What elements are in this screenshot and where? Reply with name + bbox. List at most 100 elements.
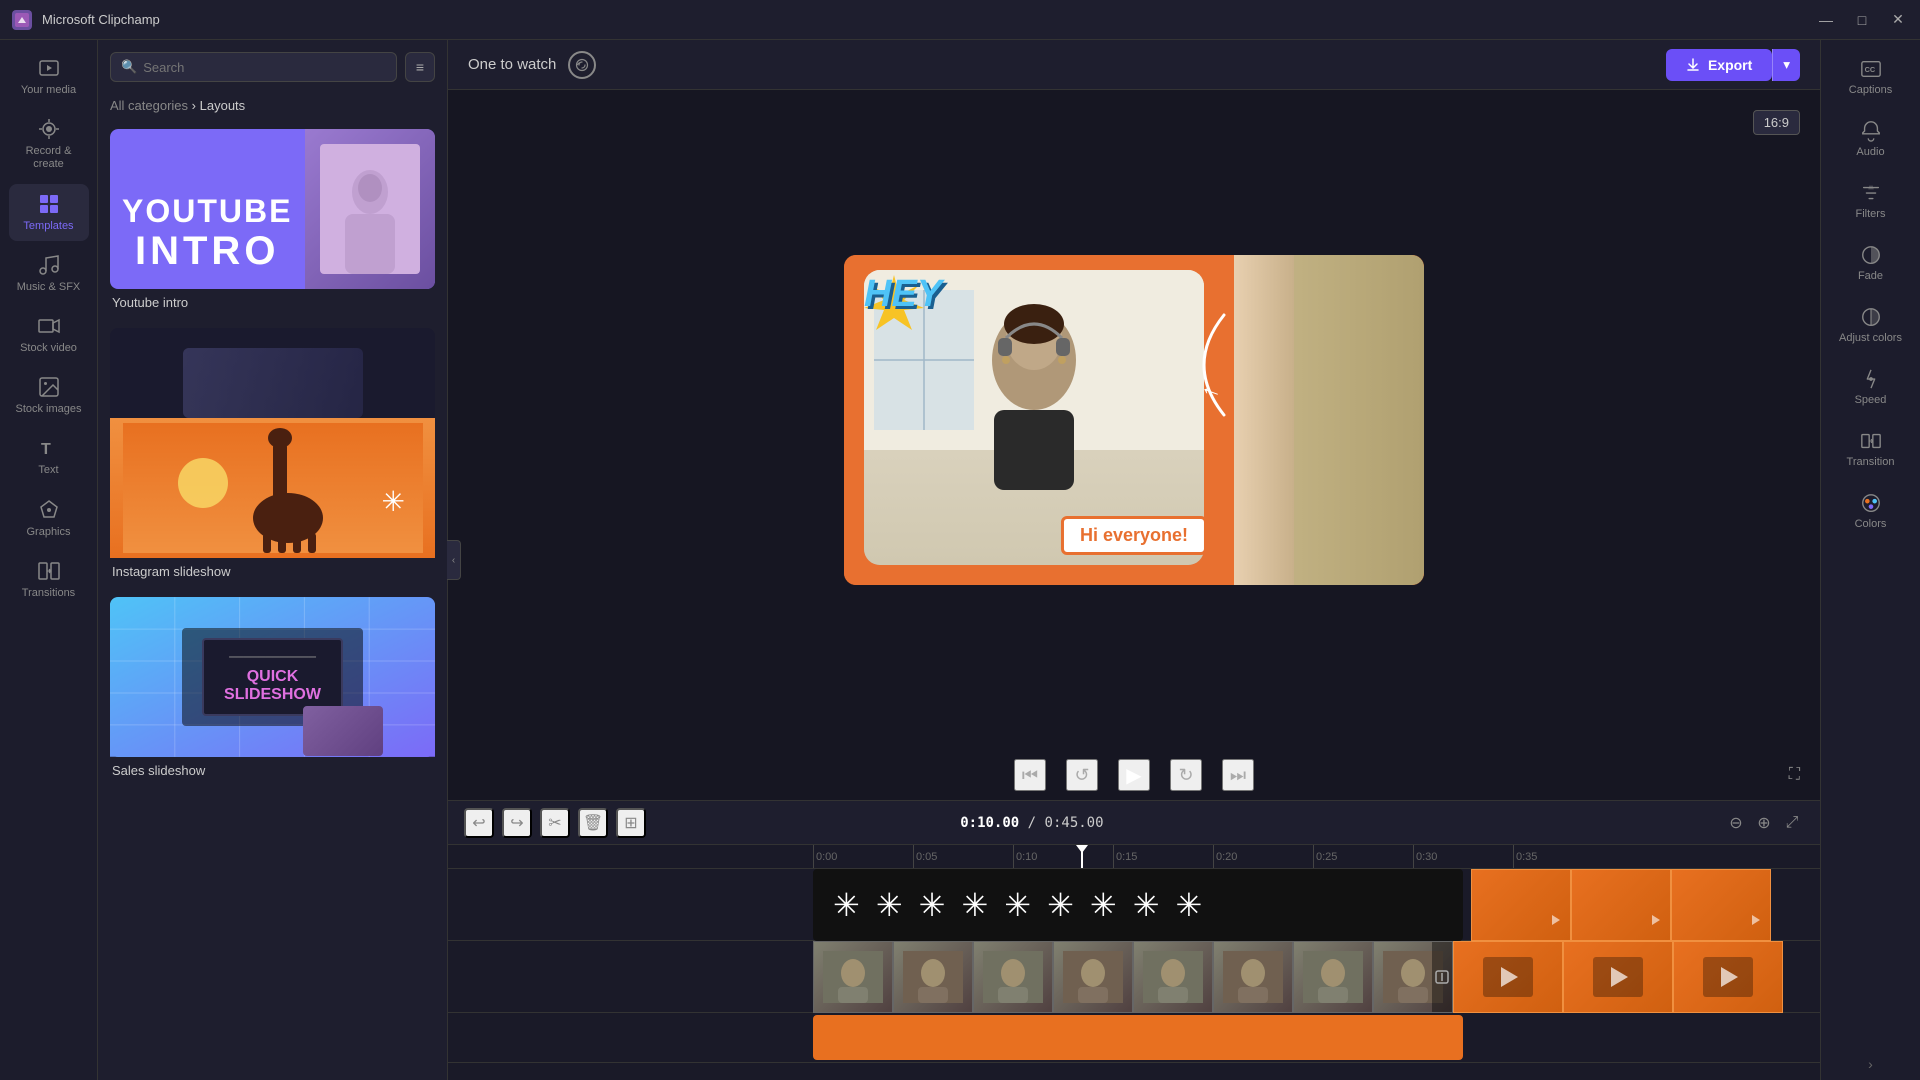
- video-preview: HEY Hi everyone! ← ✳: [844, 255, 1424, 585]
- sidebar-label-graphics: Graphics: [26, 526, 70, 539]
- playback-controls: ⏮ ↺ ▶ ↻ ⏭ ⛶: [448, 750, 1820, 800]
- right-item-adjust-colors[interactable]: Adjust colors: [1831, 296, 1911, 354]
- zoom-out-button[interactable]: ⊖: [1724, 811, 1748, 835]
- star-3: ✳: [919, 886, 946, 924]
- delete-button[interactable]: 🗑: [578, 808, 608, 838]
- export-dropdown-button[interactable]: ▾: [1772, 49, 1800, 81]
- sidebar-label-music-sfx: Music & SFX: [17, 281, 81, 294]
- sidebar-label-text: Text: [38, 464, 58, 477]
- sidebar-item-templates[interactable]: Templates: [9, 184, 89, 241]
- search-input[interactable]: [143, 60, 386, 75]
- rewind-button[interactable]: ↺: [1066, 759, 1098, 791]
- topbar: One to watch Export ▾: [448, 40, 1820, 90]
- sidebar-label-transitions: Transitions: [22, 587, 75, 600]
- sidebar-item-your-media[interactable]: Your media: [9, 48, 89, 105]
- redo-button[interactable]: ↪: [502, 808, 532, 838]
- orange-video-2[interactable]: [1563, 941, 1673, 1013]
- video-clip-7[interactable]: [1293, 941, 1373, 1013]
- fast-forward-button[interactable]: ↻: [1170, 759, 1202, 791]
- video-clip-3[interactable]: [973, 941, 1053, 1013]
- templates-list: YOUTUBE INTRO: [98, 121, 447, 1080]
- timeline-ruler: 0:00 0:05 0:10 0:15 0:20 0:25 0:30 0:35: [448, 845, 1820, 869]
- template-label-instagram: Instagram slideshow: [110, 558, 435, 585]
- sidebar-item-transitions[interactable]: Transitions: [9, 551, 89, 608]
- copy-button[interactable]: ⊞: [616, 808, 646, 838]
- aspect-ratio-badge[interactable]: 16:9: [1753, 110, 1800, 135]
- ruler-mark-10: 0:10: [1013, 845, 1113, 868]
- skip-to-end-button[interactable]: ⏭: [1222, 759, 1254, 791]
- video-clip-5[interactable]: [1133, 941, 1213, 1013]
- ig-star: ✳: [382, 485, 405, 518]
- right-item-speed[interactable]: Speed: [1831, 358, 1911, 416]
- ruler-mark-15: 0:15: [1113, 845, 1213, 868]
- ruler-marks: 0:00 0:05 0:10 0:15 0:20 0:25 0:30 0:35: [813, 845, 1613, 868]
- orange-color-bar[interactable]: [813, 1015, 1463, 1060]
- panel-collapse-handle[interactable]: ‹: [447, 540, 461, 580]
- orange-video-1[interactable]: [1453, 941, 1563, 1013]
- right-item-audio[interactable]: Audio: [1831, 110, 1911, 168]
- close-button[interactable]: ✕: [1888, 11, 1908, 28]
- ruler-mark-5: 0:05: [913, 845, 1013, 868]
- fullscreen-button[interactable]: ⛶: [1789, 766, 1800, 784]
- star-icons: ✳ ✳ ✳ ✳ ✳ ✳ ✳ ✳ ✳: [813, 886, 1222, 924]
- preview-area: 16:9: [448, 90, 1820, 750]
- template-thumb-quick: ──────────── QUICKSLIDESHOW: [110, 597, 435, 757]
- export-button[interactable]: Export: [1666, 49, 1772, 81]
- minimize-button[interactable]: —: [1816, 12, 1836, 28]
- video-clip-1[interactable]: [813, 941, 893, 1013]
- ruler-mark-30: 0:30: [1413, 845, 1513, 868]
- right-item-transition[interactable]: Transition: [1831, 420, 1911, 478]
- animation-clip[interactable]: ✳ ✳ ✳ ✳ ✳ ✳ ✳ ✳ ✳: [813, 869, 1463, 941]
- breadcrumb-separator: ›: [192, 98, 200, 113]
- clip-separator[interactable]: [1432, 942, 1452, 1012]
- ruler-mark-35: 0:35: [1513, 845, 1613, 868]
- zoom-in-button[interactable]: ⊕: [1752, 811, 1776, 835]
- undo-button[interactable]: ↩: [464, 808, 494, 838]
- orange-video-3[interactable]: [1673, 941, 1783, 1013]
- titlebar: Microsoft Clipchamp — □ ✕: [0, 0, 1920, 40]
- filter-button[interactable]: ≡: [405, 52, 435, 82]
- sidebar-item-text[interactable]: T Text: [9, 428, 89, 485]
- right-item-fade[interactable]: Fade: [1831, 234, 1911, 292]
- sidebar-item-music-sfx[interactable]: Music & SFX: [9, 245, 89, 302]
- app-title: Microsoft Clipchamp: [42, 12, 1806, 27]
- template-instagram-slideshow[interactable]: ↙: [110, 328, 435, 585]
- orange-clip-1[interactable]: [1471, 869, 1571, 941]
- search-wrapper[interactable]: 🔍: [110, 52, 397, 82]
- sidebar-item-stock-images[interactable]: Stock images: [9, 367, 89, 424]
- right-label-speed: Speed: [1855, 394, 1887, 406]
- play-button[interactable]: ▶: [1118, 759, 1150, 791]
- orange-clip-3[interactable]: [1671, 869, 1771, 941]
- fit-button[interactable]: ⤢: [1780, 811, 1804, 835]
- right-panel-collapse[interactable]: ›: [1868, 1056, 1873, 1072]
- project-name: One to watch: [468, 56, 556, 73]
- sidebar-item-record-create[interactable]: Record & create: [9, 109, 89, 179]
- time-display: 0:10.00 / 0:45.00: [960, 815, 1103, 831]
- right-item-colors[interactable]: Colors: [1831, 482, 1911, 540]
- sidebar-item-graphics[interactable]: Graphics: [9, 490, 89, 547]
- sidebar-label-stock-images: Stock images: [15, 403, 81, 416]
- playhead: [1081, 845, 1083, 868]
- right-item-captions[interactable]: CC Captions: [1831, 48, 1911, 106]
- video-clip-4[interactable]: [1053, 941, 1133, 1013]
- right-label-transition: Transition: [1847, 456, 1895, 468]
- video-clip-6[interactable]: [1213, 941, 1293, 1013]
- timeline-toolbar: ↩ ↪ ✂ 🗑 ⊞ 0:10.00 / 0:45.00 ⊖ ⊕ ⤢: [448, 801, 1820, 845]
- maximize-button[interactable]: □: [1852, 12, 1872, 28]
- sidebar-item-stock-video[interactable]: Stock video: [9, 306, 89, 363]
- template-youtube-intro[interactable]: YOUTUBE INTRO: [110, 129, 435, 316]
- cut-button[interactable]: ✂: [540, 808, 570, 838]
- orange-clip-2[interactable]: [1571, 869, 1671, 941]
- video-clip-2[interactable]: [893, 941, 973, 1013]
- video-clip-8[interactable]: [1373, 941, 1453, 1013]
- skip-to-start-button[interactable]: ⏮: [1014, 759, 1046, 791]
- search-bar: 🔍 ≡: [98, 40, 447, 94]
- star-8: ✳: [1133, 886, 1160, 924]
- sidebar-label-record-create: Record & create: [13, 145, 85, 171]
- sync-icon[interactable]: [568, 51, 596, 79]
- star-5: ✳: [1004, 886, 1031, 924]
- right-item-filters[interactable]: Filters: [1831, 172, 1911, 230]
- breadcrumb-parent[interactable]: All categories: [110, 98, 188, 113]
- template-quick-slideshow[interactable]: ──────────── QUICKSLIDESHOW Sales slides…: [110, 597, 435, 784]
- right-label-filters: Filters: [1856, 208, 1886, 220]
